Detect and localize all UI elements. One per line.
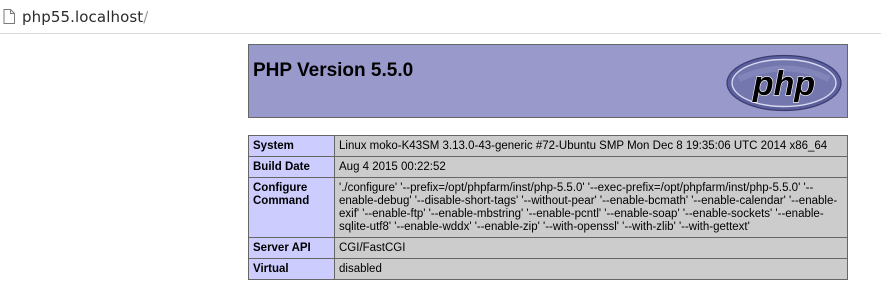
phpinfo-page: PHP Version 5.5.0 php System Linux moko-K… (0, 34, 881, 291)
url-host: php55.localhost (22, 8, 144, 26)
url-text[interactable]: php55.localhost/ (22, 6, 148, 28)
info-key-cell: Configure Command (248, 177, 335, 238)
system-info-table: System Linux moko-K43SM 3.13.0-43-generic… (248, 135, 848, 280)
info-value-cell: CGI/FastCGI (334, 237, 848, 259)
page-title: PHP Version 5.5.0 (253, 60, 414, 81)
php-version-header: PHP Version 5.5.0 php (248, 44, 848, 118)
info-value-cell: './configure' '--prefix=/opt/phpfarm/ins… (334, 177, 848, 238)
table-row: Server API CGI/FastCGI (248, 237, 848, 259)
info-key-cell: Virtual (248, 258, 335, 280)
page-icon (3, 9, 15, 24)
info-value-cell: Linux moko-K43SM 3.13.0-43-generic #72-U… (334, 135, 848, 157)
info-value-cell: disabled (334, 258, 848, 280)
url-path: / (143, 8, 149, 26)
php-logo[interactable]: php (725, 54, 843, 112)
info-key-cell: Build Date (248, 156, 335, 178)
info-value-cell: Aug 4 2015 00:22:52 (334, 156, 848, 178)
table-row: Configure Command './configure' '--prefix… (248, 177, 848, 238)
info-key-cell: Server API (248, 237, 335, 259)
table-row: Virtual disabled (248, 258, 848, 280)
table-row: Build Date Aug 4 2015 00:22:52 (248, 156, 848, 178)
address-bar[interactable]: php55.localhost/ (0, 0, 881, 34)
table-row: System Linux moko-K43SM 3.13.0-43-generic… (248, 135, 848, 157)
info-key-cell: System (248, 135, 335, 157)
php-logo-text: php (752, 65, 815, 103)
